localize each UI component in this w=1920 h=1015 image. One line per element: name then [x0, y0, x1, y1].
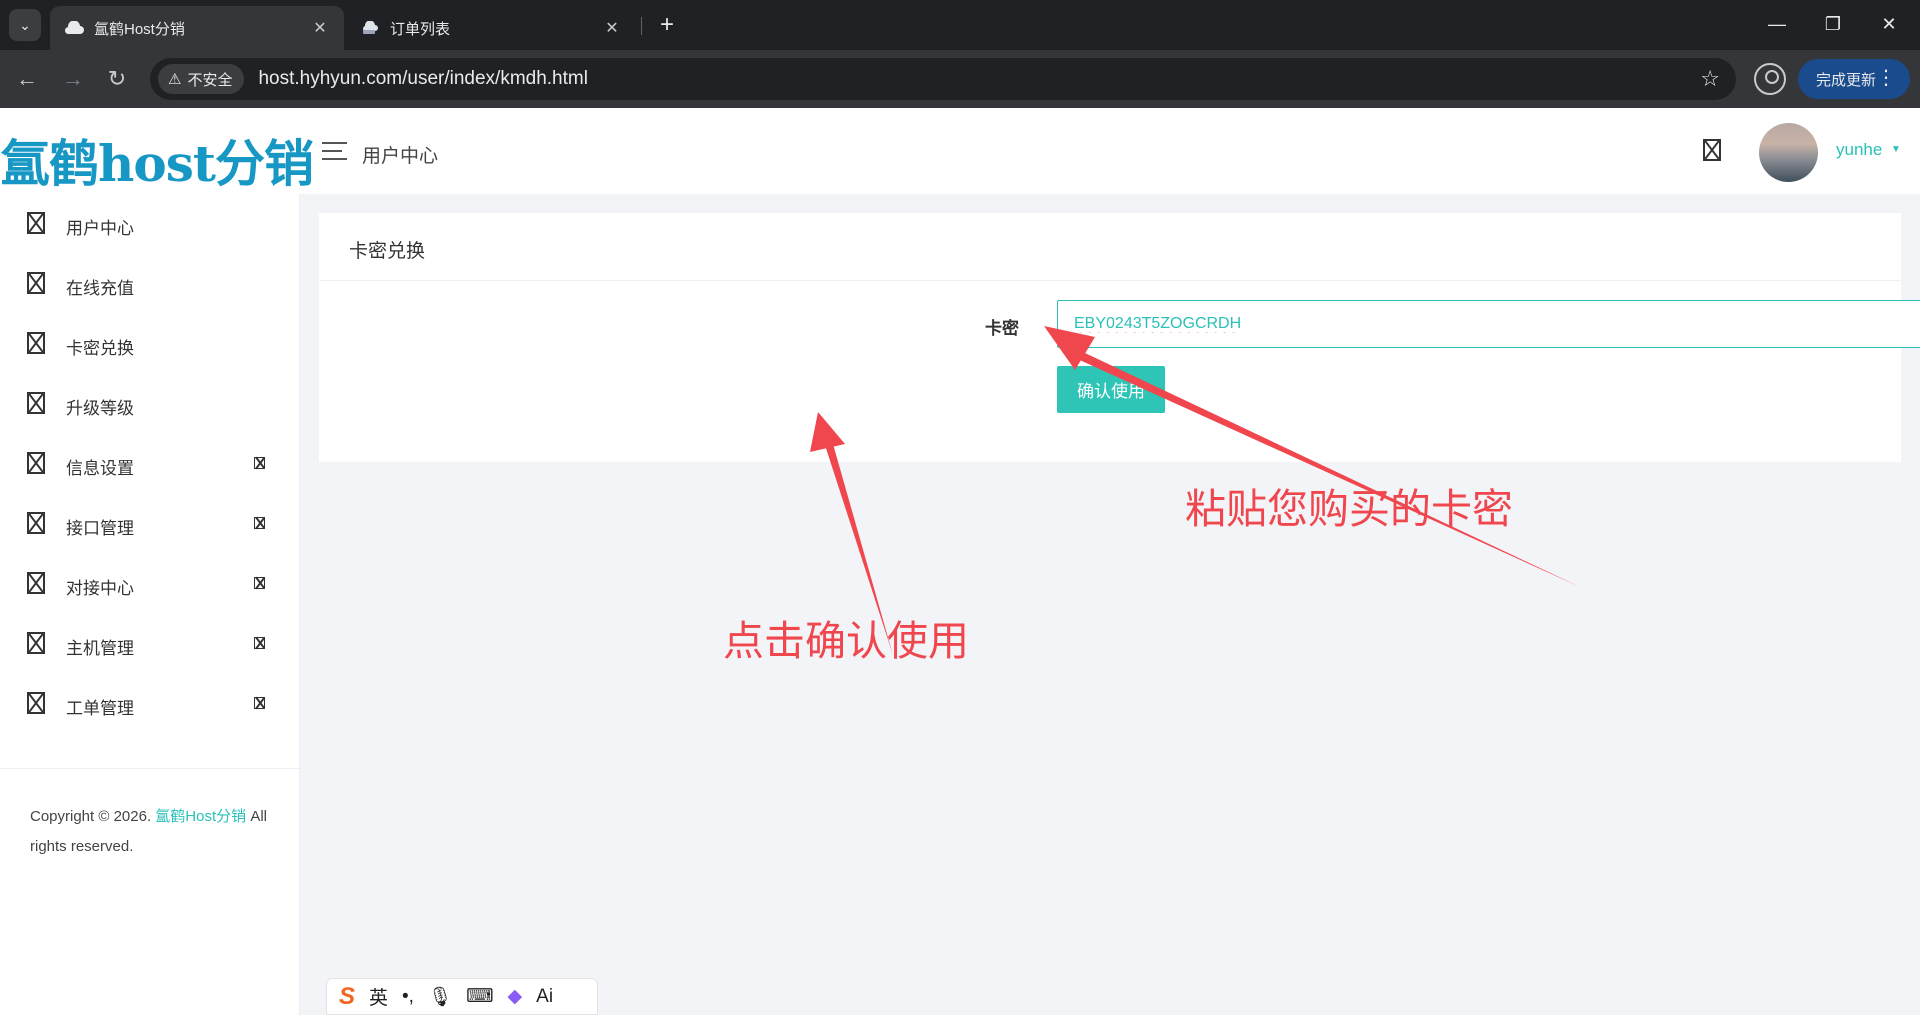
ime-toolbar: S 英 •, 🎙 ⌨ ◆ Ai	[326, 978, 598, 1015]
ime-language-toggle[interactable]: 英	[369, 983, 388, 1010]
ime-ai-button[interactable]: Ai	[536, 986, 553, 1008]
keyboard-icon[interactable]: ⌨	[466, 985, 493, 1008]
annotation-layer	[810, 326, 1580, 655]
skin-icon[interactable]: ◆	[508, 985, 523, 1008]
click-hint-text: 点击确认使用	[723, 617, 969, 665]
paste-arrow	[1044, 326, 1580, 587]
sogou-logo-icon[interactable]: S	[339, 983, 355, 1011]
punctuation-icon[interactable]: •,	[402, 986, 414, 1008]
microphone-icon[interactable]: 🎙	[428, 985, 452, 1009]
paste-hint-text: 粘贴您购买的卡密	[1185, 485, 1513, 533]
